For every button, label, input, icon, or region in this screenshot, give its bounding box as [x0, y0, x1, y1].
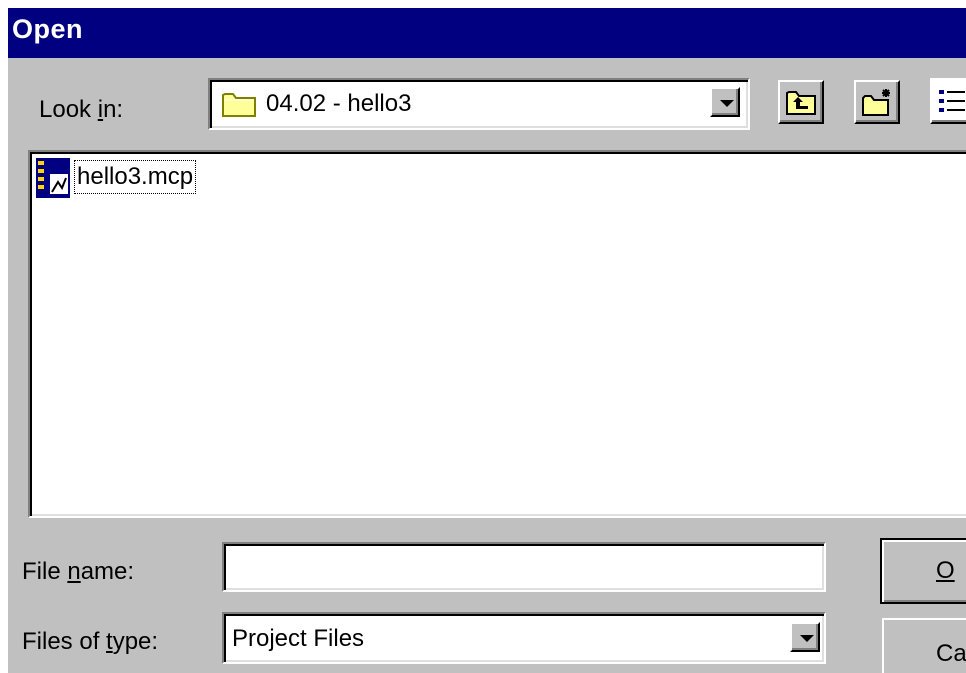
chevron-down-icon — [800, 635, 814, 642]
file-type-label: Files of type: — [22, 628, 159, 655]
window-title: Open — [12, 14, 84, 44]
cancel-button[interactable]: Ca — [882, 618, 966, 673]
list-view-button[interactable] — [930, 78, 966, 124]
title-bar[interactable]: Open — [8, 8, 966, 58]
new-folder-icon — [862, 89, 890, 116]
file-type-dropdown-button[interactable] — [790, 622, 820, 652]
look-in-dropdown-button[interactable] — [710, 87, 740, 117]
open-dialog: Open Look in: 04.02 - hello3 hello3.mcp … — [8, 8, 966, 673]
look-in-label: Look in: — [39, 96, 124, 123]
folder-icon — [222, 93, 256, 117]
list-view-icon — [939, 90, 965, 112]
look-in-dropdown[interactable]: 04.02 - hello3 — [208, 78, 750, 130]
file-name-label-text: File name: — [22, 558, 135, 585]
look-in-value: 04.02 - hello3 — [266, 90, 412, 117]
new-folder-button[interactable] — [854, 80, 900, 124]
chevron-down-icon — [720, 100, 734, 107]
file-type-dropdown[interactable]: Project Files — [222, 612, 826, 664]
open-button[interactable]: O — [880, 538, 966, 604]
file-name-input[interactable] — [222, 542, 826, 592]
cancel-button-label: Ca — [936, 640, 966, 667]
project-file-icon — [36, 158, 70, 198]
file-name-label: hello3.mcp — [74, 160, 197, 194]
up-one-level-button[interactable] — [778, 80, 824, 124]
open-button-label: O — [936, 557, 955, 584]
file-type-value: Project Files — [232, 625, 365, 652]
file-list[interactable]: hello3.mcp — [28, 150, 966, 518]
up-one-level-icon — [786, 91, 816, 115]
